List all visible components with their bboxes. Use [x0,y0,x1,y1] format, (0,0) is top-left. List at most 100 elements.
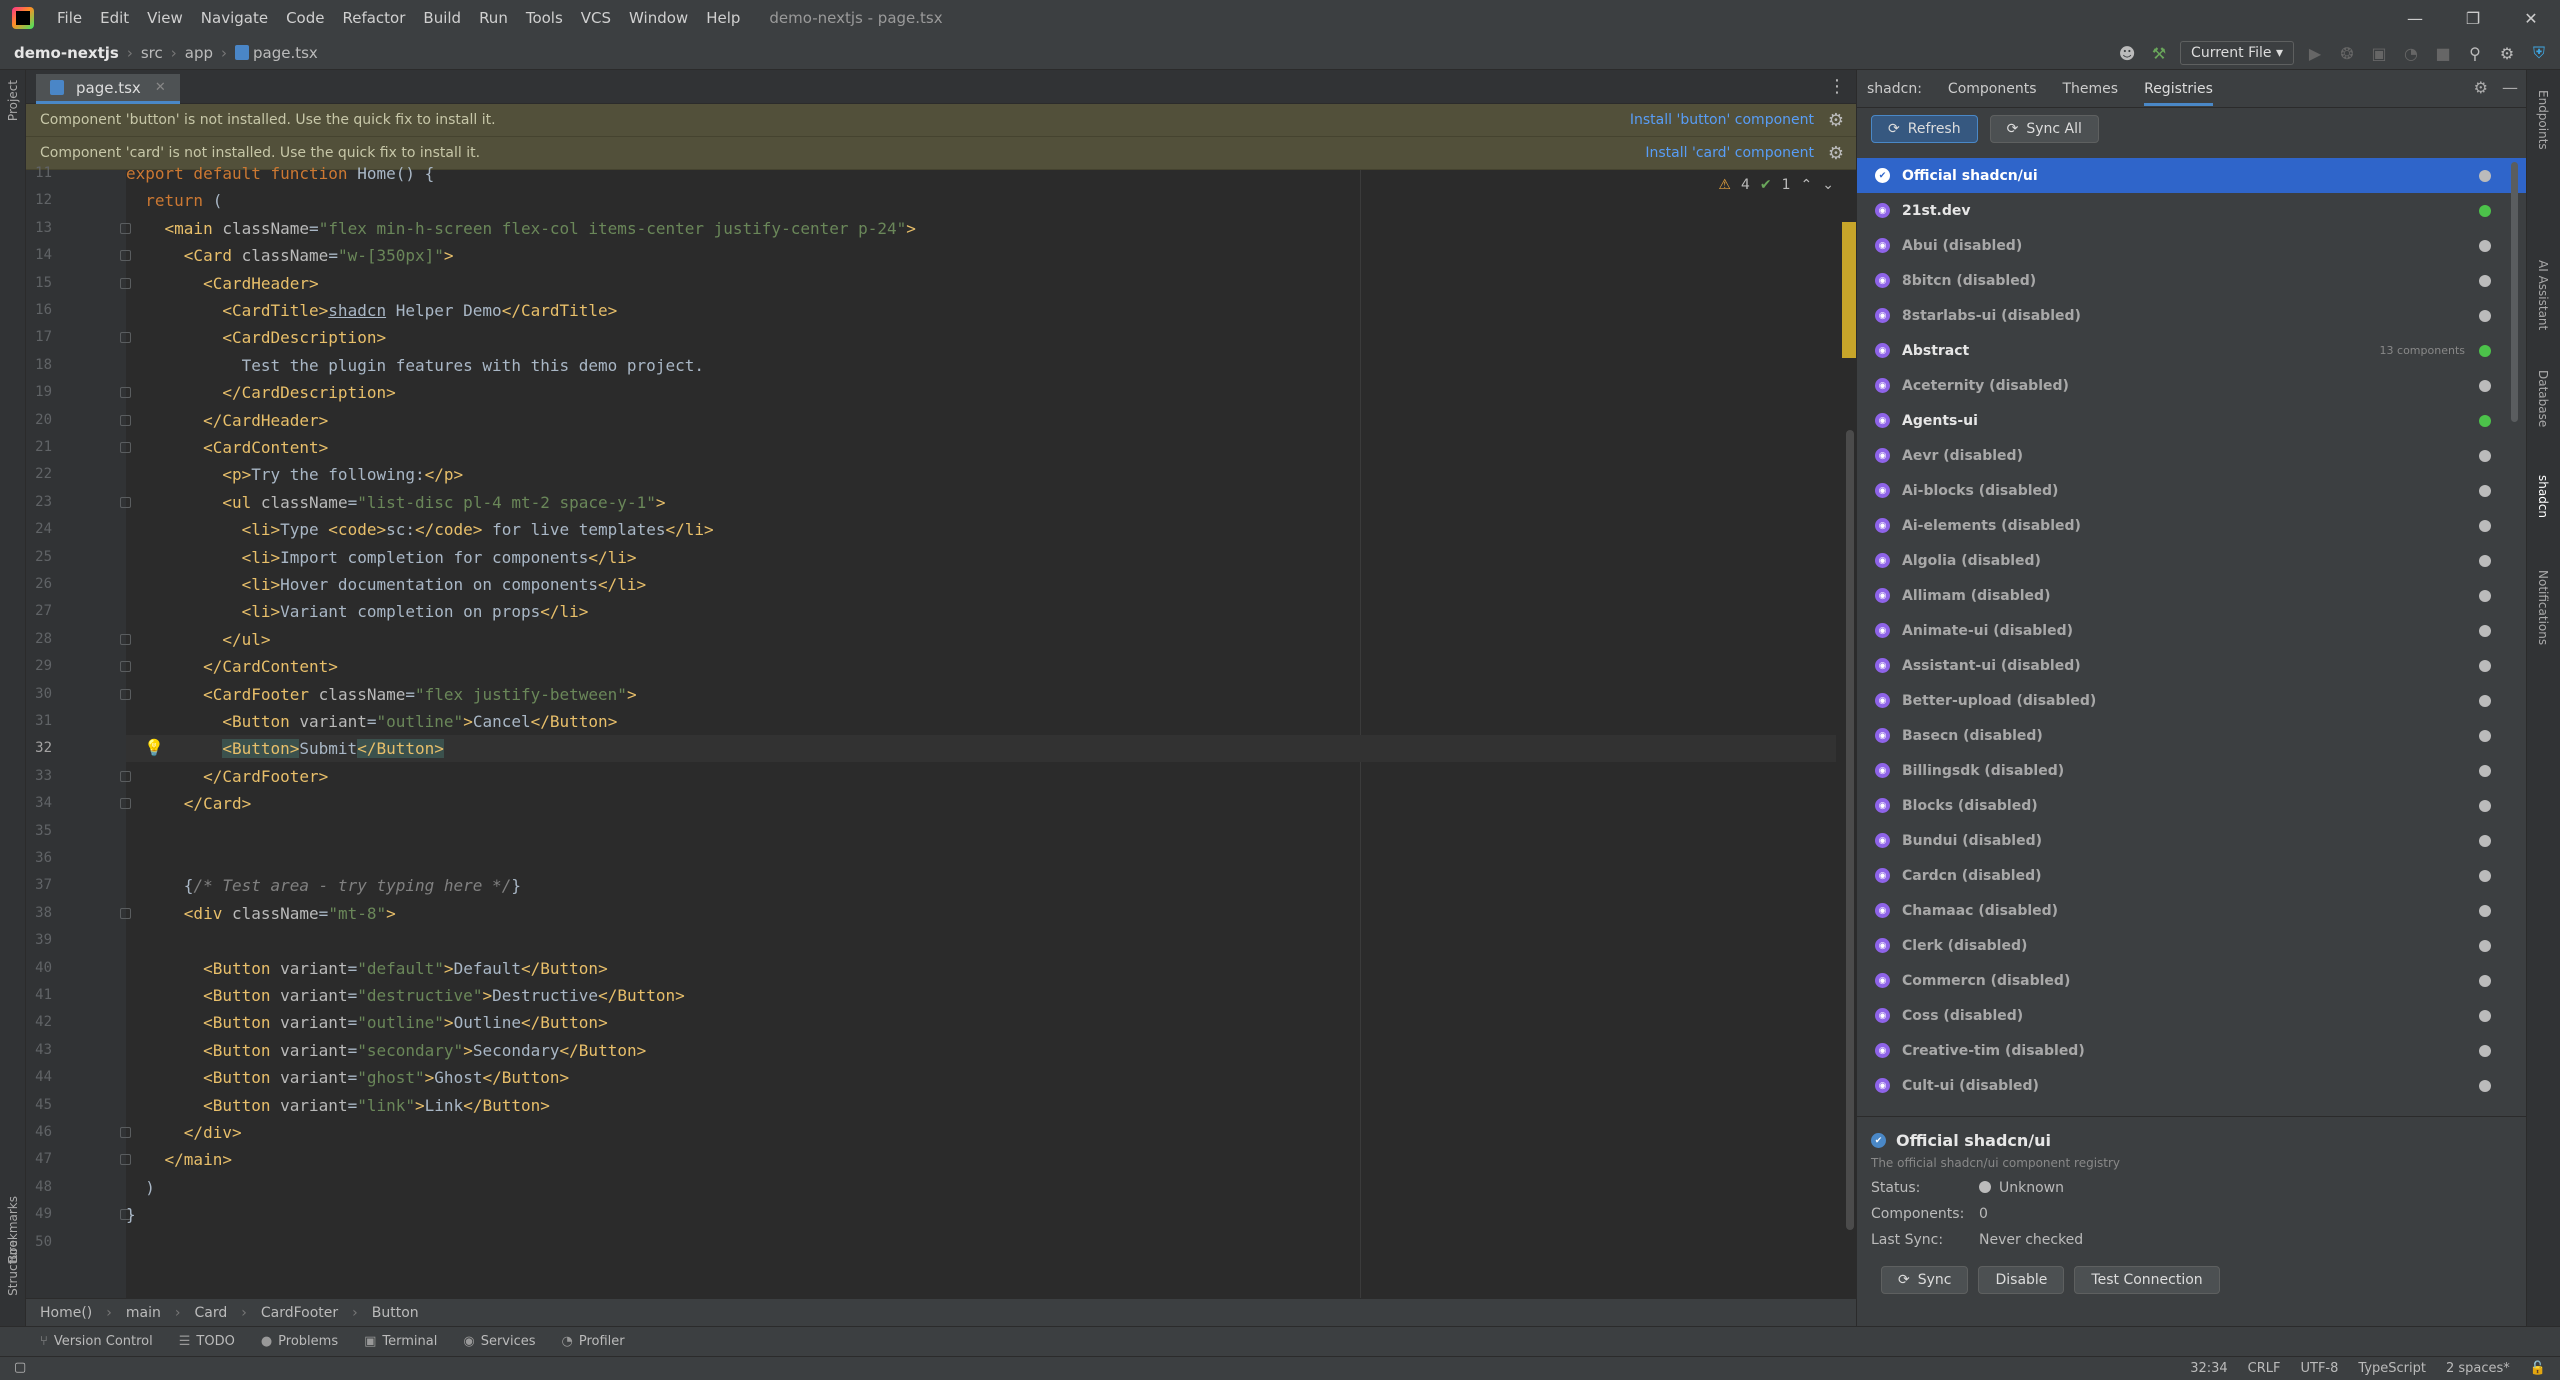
tool-window-version-control[interactable]: ⑂ Version Control [40,1334,153,1349]
user-icon[interactable]: ☻ [2116,42,2138,64]
line-number[interactable]: 34 [26,795,52,811]
right-tool-database[interactable]: Database [2536,370,2550,427]
code-line[interactable]: <CardFooter className="flex justify-betw… [126,681,637,708]
run-icon[interactable]: ▶ [2304,42,2326,64]
registry-item[interactable]: ◉ Bundui (disabled) [1857,823,2527,858]
code-line[interactable]: <ul className="list-disc pl-4 mt-2 space… [126,489,665,516]
registry-item[interactable]: ◉ Agents-ui [1857,403,2527,438]
line-number[interactable]: 37 [26,877,52,893]
tool-window-services[interactable]: ◉ Services [463,1334,535,1349]
code-line[interactable]: <div className="mt-8"> [126,900,396,927]
editor-scrollbar[interactable] [1846,430,1854,1230]
line-number[interactable]: 39 [26,932,52,948]
line-number[interactable]: 20 [26,412,52,428]
disable-button[interactable]: Disable [1978,1266,2065,1294]
layout-icon[interactable]: ▢ [14,1360,26,1375]
inspection-widget[interactable]: ⚠ 4 ✔ 1 ⌃ ⌄ [1718,177,1834,193]
tab-registries[interactable]: Registries [2144,81,2213,106]
line-number[interactable]: 23 [26,494,52,510]
code-line[interactable]: <p>Try the following:</p> [126,461,463,488]
editor-gutter[interactable]: 11 12 13 14 15 16 17 18 19 20 21 22 23 24 25 26 27 28 29 30… [26,165,131,1298]
line-number[interactable]: 35 [26,823,52,839]
code-line[interactable]: <Button variant="link">Link</Button> [126,1092,550,1119]
project-name[interactable]: demo-nextjs [14,44,119,62]
intention-bulb-icon[interactable]: 💡 [144,738,164,757]
menu-help[interactable]: Help [697,0,749,36]
code-line[interactable]: <Button variant="secondary">Secondary</B… [126,1037,646,1064]
registry-item[interactable]: ◉ Ai-elements (disabled) [1857,508,2527,543]
structure-tool-button[interactable]: Structure [6,1240,20,1296]
code-line[interactable]: <li>Hover documentation on components</l… [126,571,647,598]
caret-position[interactable]: 32:34 [2190,1361,2227,1376]
registry-item[interactable]: ◉ Algolia (disabled) [1857,543,2527,578]
language-service[interactable]: TypeScript [2358,1361,2426,1376]
line-number[interactable]: 36 [26,850,52,866]
registry-item[interactable]: ◉ Clerk (disabled) [1857,928,2527,963]
registry-list[interactable]: ✔ Official shadcn/ui ◉ 21st.dev ◉ Abui (disab… [1857,158,2527,1102]
registry-item[interactable]: ◉ Chamaac (disabled) [1857,893,2527,928]
registry-item[interactable]: ◉ Coss (disabled) [1857,998,2527,1033]
code-line[interactable]: <Button variant="ghost">Ghost</Button> [126,1064,569,1091]
line-number[interactable]: 15 [26,275,52,291]
line-number[interactable]: 32 [26,740,52,756]
registry-item[interactable]: ◉ Creative-tim (disabled) [1857,1033,2527,1068]
code-area[interactable]: export default function Home() { return … [126,164,1836,1298]
registry-item[interactable]: ◉ Aevr (disabled) [1857,438,2527,473]
menu-tools[interactable]: Tools [517,0,572,36]
line-number[interactable]: 42 [26,1014,52,1030]
line-number[interactable]: 13 [26,220,52,236]
line-separator[interactable]: CRLF [2248,1361,2281,1376]
right-tool-notifications[interactable]: Notifications [2536,570,2550,645]
tool-window-profiler[interactable]: ◔ Profiler [562,1334,625,1349]
registry-item[interactable]: ◉ Aceternity (disabled) [1857,368,2527,403]
registry-item[interactable]: ◉ Basecn (disabled) [1857,718,2527,753]
code-line[interactable]: <Button>Submit</Button> [126,735,444,762]
line-number[interactable]: 38 [26,905,52,921]
tool-window-problems[interactable]: ● Problems [261,1334,338,1349]
menu-refactor[interactable]: Refactor [333,0,414,36]
code-line[interactable]: </Card> [126,790,251,817]
line-number[interactable]: 11 [26,165,52,181]
close-tab-icon[interactable]: ✕ [155,80,166,95]
line-number[interactable]: 44 [26,1069,52,1085]
stop-icon[interactable]: ■ [2432,42,2454,64]
right-tool-endpoints[interactable]: Endpoints [2536,90,2550,150]
line-number[interactable]: 30 [26,686,52,702]
code-line[interactable]: <li>Type <code>sc:</code> for live templ… [126,516,714,543]
line-number[interactable]: 46 [26,1124,52,1140]
line-number[interactable]: 40 [26,960,52,976]
line-number[interactable]: 49 [26,1206,52,1222]
code-line[interactable]: <CardTitle>shadcn Helper Demo</CardTitle… [126,297,617,324]
test-connection-button[interactable]: Test Connection [2074,1266,2220,1294]
prev-highlight-icon[interactable]: ⌃ [1801,177,1813,193]
line-number[interactable]: 26 [26,576,52,592]
registry-item[interactable]: ◉ Assistant-ui (disabled) [1857,648,2527,683]
breadcrumb-file[interactable]: page.tsx [235,44,318,62]
code-breadcrumb-item[interactable]: Button [372,1305,419,1321]
tool-window-todo[interactable]: ☰ TODO [179,1334,235,1349]
line-number[interactable]: 16 [26,302,52,318]
registry-item[interactable]: ◉ Commercn (disabled) [1857,963,2527,998]
menu-window[interactable]: Window [620,0,697,36]
code-breadcrumb-item[interactable]: Card [194,1305,227,1321]
minimize-icon[interactable]: — [2386,0,2444,36]
lock-icon[interactable]: 🔓 [2530,1361,2546,1376]
line-number[interactable]: 29 [26,658,52,674]
menu-navigate[interactable]: Navigate [192,0,277,36]
breadcrumb-src[interactable]: src [141,44,163,62]
code-line[interactable]: <Card className="w-[350px]"> [126,242,454,269]
gear-icon[interactable]: ⚙ [1828,143,1844,164]
code-breadcrumb-item[interactable]: main [126,1305,161,1321]
install-button-link[interactable]: Install 'button' component [1630,112,1814,128]
line-number[interactable]: 45 [26,1097,52,1113]
line-number[interactable]: 19 [26,384,52,400]
code-line[interactable]: </div> [126,1119,242,1146]
build-hammer-icon[interactable]: ⚒ [2148,42,2170,64]
code-line[interactable]: </CardDescription> [126,379,395,406]
menu-view[interactable]: View [138,0,192,36]
line-number[interactable]: 27 [26,603,52,619]
plugin-shield-icon[interactable]: ⛨ [2528,42,2550,64]
registry-item[interactable]: ◉ Blocks (disabled) [1857,788,2527,823]
code-line[interactable]: </CardFooter> [126,763,328,790]
gear-icon[interactable]: ⚙ [1828,110,1844,131]
